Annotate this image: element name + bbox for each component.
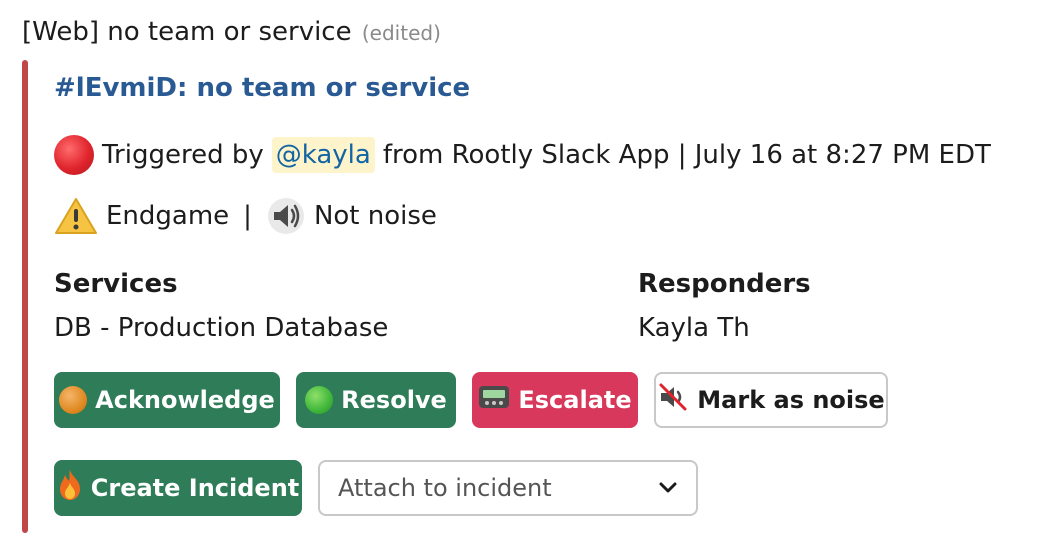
pager-icon (478, 384, 510, 416)
acknowledge-button[interactable]: Acknowledge (54, 372, 280, 428)
escalate-button[interactable]: Escalate (472, 372, 638, 428)
orange-circle-icon (59, 386, 88, 414)
noise-status: Not noise (313, 201, 437, 231)
responders-label: Responders (638, 269, 811, 299)
mark-as-noise-button[interactable]: Mark as noise (654, 372, 888, 428)
resolve-button[interactable]: Resolve (296, 372, 456, 428)
message-title: [Web] no team or service (edited) (22, 12, 441, 53)
message-title-text: [Web] no team or service (22, 17, 352, 47)
speaker-icon (266, 196, 306, 236)
green-circle-icon (305, 386, 334, 414)
create-incident-label: Create Incident (90, 474, 300, 502)
resolve-label: Resolve (341, 386, 447, 414)
status-line: Endgame | Not noise (54, 196, 437, 236)
services-label: Services (54, 269, 178, 299)
services-value: DB - Production Database (54, 313, 389, 343)
create-incident-button[interactable]: Create Incident (54, 460, 302, 516)
warning-icon (54, 197, 98, 235)
user-mention[interactable]: @kayla (271, 137, 375, 173)
edited-label: (edited) (361, 21, 441, 45)
trigger-prefix: Triggered by (102, 140, 264, 170)
attachment-color-bar (22, 60, 28, 533)
attach-to-incident-placeholder: Attach to incident (338, 474, 552, 502)
alert-title-link[interactable]: #lEvmiD: no team or service (54, 66, 470, 110)
separator: | (243, 201, 252, 231)
environment-label: Endgame (106, 201, 230, 231)
responders-value: Kayla Th (638, 313, 750, 343)
trigger-line: Triggered by @kayla from Rootly Slack Ap… (54, 135, 991, 175)
mark-as-noise-label: Mark as noise (697, 386, 885, 414)
acknowledge-label: Acknowledge (95, 386, 275, 414)
escalate-label: Escalate (518, 386, 632, 414)
chevron-down-icon (658, 481, 678, 495)
attach-to-incident-select[interactable]: Attach to incident (318, 460, 698, 516)
muted-speaker-icon (657, 381, 689, 419)
trigger-suffix: from Rootly Slack App | July 16 at 8:27 … (382, 140, 991, 170)
fire-icon (57, 469, 83, 507)
red-circle-icon (54, 135, 94, 175)
